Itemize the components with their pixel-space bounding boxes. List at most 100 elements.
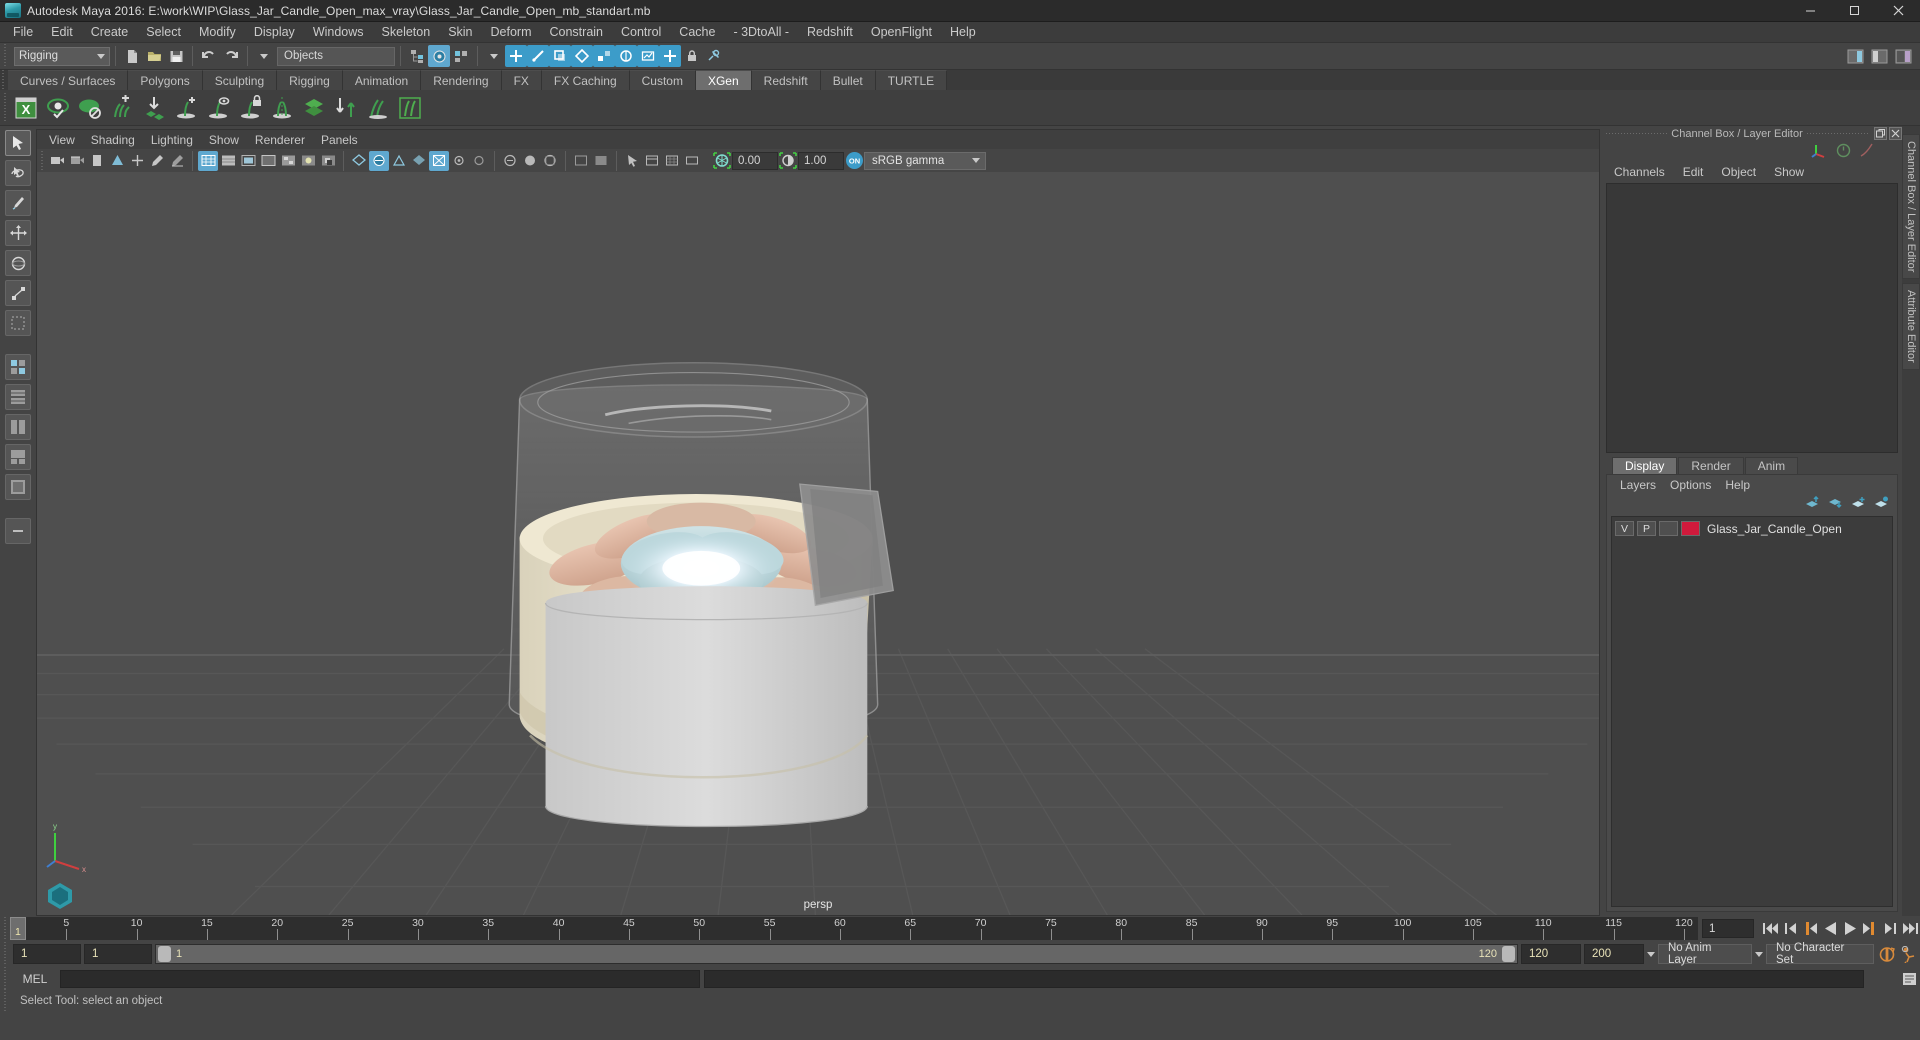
select-misc-icon[interactable] bbox=[637, 45, 659, 67]
shelf-tab-custom[interactable]: Custom bbox=[629, 70, 696, 90]
film-gate-icon[interactable] bbox=[682, 151, 702, 171]
select-lines-icon[interactable] bbox=[527, 45, 549, 67]
channel-box-list[interactable] bbox=[1606, 183, 1898, 453]
dock-tab-attribute-editor[interactable]: Attribute Editor bbox=[1902, 283, 1920, 371]
xray-joints-icon[interactable] bbox=[449, 151, 469, 171]
dock-tab-channel-box-layer-editor[interactable]: Channel Box / Layer Editor bbox=[1902, 134, 1920, 280]
command-language-label[interactable]: MEL bbox=[14, 972, 56, 986]
select-hulls-icon[interactable] bbox=[571, 45, 593, 67]
layout-single-persp-button[interactable] bbox=[5, 474, 31, 500]
xgen-editor-icon[interactable]: X bbox=[11, 93, 41, 123]
shelf-tab-bullet[interactable]: Bullet bbox=[820, 70, 876, 90]
layer-list[interactable]: V P Glass_Jar_Candle_Open bbox=[1611, 516, 1893, 907]
component-mode-icon[interactable] bbox=[450, 45, 472, 67]
gamma-value[interactable]: 1.00 bbox=[798, 151, 844, 170]
menuset-selector[interactable]: Rigging bbox=[14, 46, 110, 66]
minimize-button[interactable] bbox=[1788, 0, 1832, 22]
layer-editor-menu-layers[interactable]: Layers bbox=[1613, 477, 1663, 493]
new-layer-icon[interactable] bbox=[1851, 496, 1866, 512]
rotate-tool-button[interactable] bbox=[5, 250, 31, 276]
layer-editor-tab-render[interactable]: Render bbox=[1678, 457, 1744, 474]
grease-pencil-icon[interactable] bbox=[147, 151, 167, 171]
shelf-tab-rigging[interactable]: Rigging bbox=[277, 70, 343, 90]
layer-visibility-toggle[interactable]: V bbox=[1615, 521, 1634, 536]
statusline-grip[interactable] bbox=[2, 44, 10, 68]
step-forward-frame-icon[interactable] bbox=[1880, 919, 1900, 939]
play-backwards-icon[interactable] bbox=[1820, 919, 1840, 939]
xgen-add-guide-icon[interactable] bbox=[171, 93, 201, 123]
move-layer-up-icon[interactable] bbox=[1805, 495, 1820, 512]
anim-layer-select[interactable]: No Anim Layer bbox=[1658, 942, 1752, 966]
close-panel-button[interactable] bbox=[1889, 127, 1902, 140]
show-channel-box-icon[interactable] bbox=[1892, 45, 1914, 67]
xgen-add-description-icon[interactable] bbox=[107, 93, 137, 123]
layer-playback-toggle[interactable]: P bbox=[1637, 521, 1656, 536]
menu-control[interactable]: Control bbox=[612, 22, 670, 42]
gamma-icon[interactable] bbox=[778, 151, 798, 171]
xgen-sculpt-guide-icon[interactable] bbox=[363, 93, 393, 123]
scale-tool-button[interactable] bbox=[5, 280, 31, 306]
shelf-tab-fx[interactable]: FX bbox=[501, 70, 542, 90]
perspective-viewport[interactable]: y x persp bbox=[36, 172, 1600, 916]
exposure-value[interactable]: 0.00 bbox=[732, 151, 778, 170]
layout-more-button[interactable] bbox=[5, 518, 31, 544]
step-forward-key-icon[interactable] bbox=[1860, 919, 1880, 939]
maximize-button[interactable] bbox=[1832, 0, 1876, 22]
step-back-frame-icon[interactable] bbox=[1780, 919, 1800, 939]
range-slider-grip[interactable] bbox=[2, 942, 10, 966]
range-bar-left-handle[interactable] bbox=[158, 946, 171, 962]
new-layer-from-selected-icon[interactable] bbox=[1874, 496, 1889, 512]
shelf-tab-turtle[interactable]: TURTLE bbox=[875, 70, 948, 90]
menu-file[interactable]: File bbox=[4, 22, 42, 42]
channel-box-speed-icon[interactable] bbox=[1836, 143, 1851, 161]
move-layer-down-icon[interactable] bbox=[1828, 496, 1843, 512]
selection-mask-field[interactable]: Objects bbox=[277, 46, 395, 66]
layout-four-view-button[interactable] bbox=[5, 354, 31, 380]
layer-editor-menu-options[interactable]: Options bbox=[1663, 477, 1718, 493]
time-slider-cursor[interactable]: 1 bbox=[10, 917, 26, 940]
bookmark-icon[interactable] bbox=[87, 151, 107, 171]
menu-constrain[interactable]: Constrain bbox=[541, 22, 613, 42]
last-tool-button[interactable] bbox=[5, 310, 31, 336]
texture-cache-icon[interactable] bbox=[571, 151, 591, 171]
shelf-tab-rendering[interactable]: Rendering bbox=[421, 70, 502, 90]
viewport-menu-renderer[interactable]: Renderer bbox=[247, 132, 313, 148]
shade-wireframe-icon[interactable] bbox=[258, 151, 278, 171]
multisample-aa-icon[interactable] bbox=[389, 151, 409, 171]
screen-space-ao-icon[interactable] bbox=[349, 151, 369, 171]
xgen-lock-guide-icon[interactable] bbox=[235, 93, 265, 123]
layer-editor-menu-help[interactable]: Help bbox=[1718, 477, 1757, 493]
textured-icon[interactable] bbox=[278, 151, 298, 171]
channel-box-manipulator-icon[interactable] bbox=[1811, 142, 1828, 162]
viewport-menu-shading[interactable]: Shading bbox=[83, 132, 143, 148]
viewport-menu-view[interactable]: View bbox=[41, 132, 83, 148]
command-line-grip[interactable] bbox=[2, 967, 10, 991]
menu-edit[interactable]: Edit bbox=[42, 22, 82, 42]
shelf-tab-animation[interactable]: Animation bbox=[342, 70, 422, 90]
xgen-layers-icon[interactable] bbox=[299, 93, 329, 123]
xgen-preview-on-icon[interactable] bbox=[43, 93, 73, 123]
lasso-select-tool-button[interactable] bbox=[5, 160, 31, 186]
open-scene-icon[interactable] bbox=[143, 45, 165, 67]
shelf-icons-grip[interactable] bbox=[2, 92, 10, 123]
smooth-mesh-display-icon[interactable] bbox=[520, 151, 540, 171]
menu-skin[interactable]: Skin bbox=[439, 22, 481, 42]
shelf-tab-redshift[interactable]: Redshift bbox=[751, 70, 821, 90]
xray-active-components-icon[interactable] bbox=[469, 151, 489, 171]
image-plane-icon[interactable] bbox=[107, 151, 127, 171]
playback-start-field[interactable]: 1 bbox=[84, 944, 152, 964]
play-forwards-icon[interactable] bbox=[1840, 919, 1860, 939]
lock-selection-icon[interactable] bbox=[681, 45, 703, 67]
motion-blur-icon[interactable] bbox=[369, 150, 389, 171]
paint-select-tool-button[interactable] bbox=[5, 190, 31, 216]
redo-icon[interactable] bbox=[220, 45, 242, 67]
menu-deform[interactable]: Deform bbox=[482, 22, 541, 42]
xgen-export-patches-icon[interactable] bbox=[139, 93, 169, 123]
toggle-xray-icon[interactable] bbox=[429, 150, 449, 171]
select-faces-icon[interactable] bbox=[549, 45, 571, 67]
shelf-tab-sculpting[interactable]: Sculpting bbox=[202, 70, 278, 90]
help-line-grip[interactable] bbox=[2, 989, 10, 1013]
animation-start-field[interactable]: 1 bbox=[13, 944, 81, 964]
close-button[interactable] bbox=[1876, 0, 1920, 22]
menu-windows[interactable]: Windows bbox=[304, 22, 373, 42]
